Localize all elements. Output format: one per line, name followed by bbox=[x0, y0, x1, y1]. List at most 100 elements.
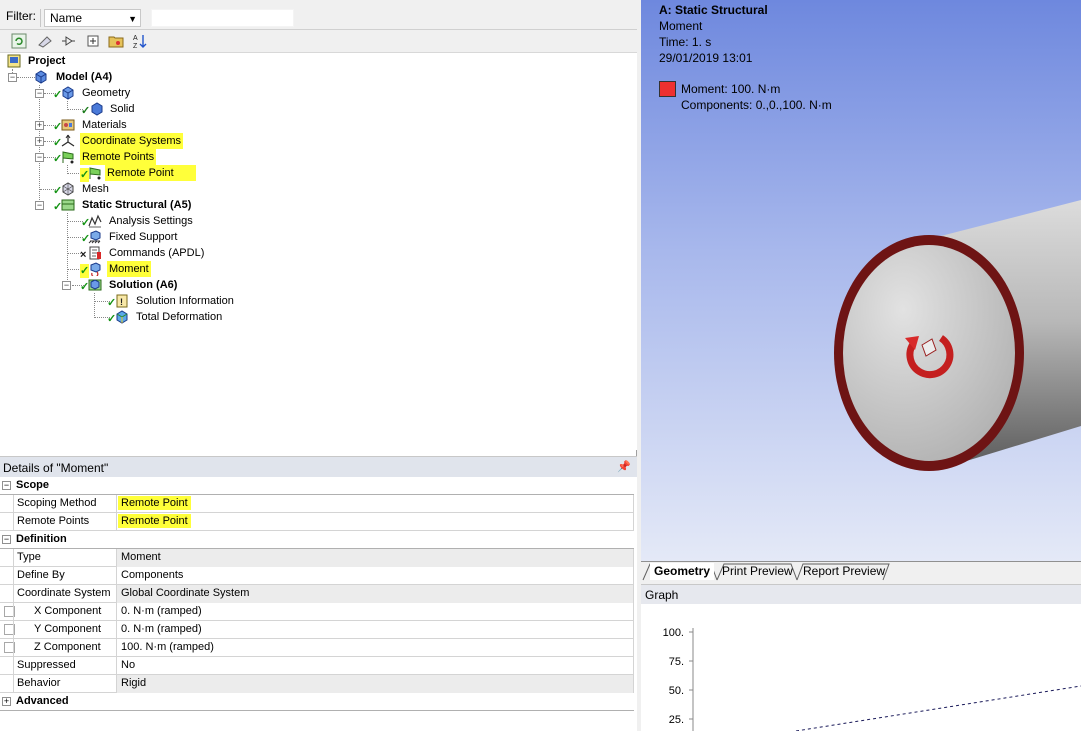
solution-icon bbox=[88, 279, 102, 291]
tree-item-label: Remote Point bbox=[105, 165, 196, 181]
details-row-x-component[interactable]: X Component 0. N·m (ramped) bbox=[0, 603, 634, 621]
tree-item-mesh[interactable]: ✓ Mesh bbox=[0, 181, 200, 197]
tree-item-materials[interactable]: + ✓ Materials bbox=[0, 117, 200, 133]
details-value[interactable]: Components bbox=[117, 567, 634, 585]
tree-item-label: Project bbox=[28, 55, 66, 67]
tab-print-preview[interactable]: Print Preview bbox=[718, 563, 797, 580]
graphics-viewport[interactable]: A: Static Structural Moment Time: 1. s 2… bbox=[641, 0, 1081, 561]
tree-item-project[interactable]: Project bbox=[0, 53, 200, 69]
details-key: Y Component bbox=[13, 621, 117, 639]
expand-toggle-icon[interactable]: + bbox=[35, 137, 44, 146]
tree-item-label: Commands (APDL) bbox=[109, 247, 205, 259]
tree-item-solid[interactable]: ✓ Solid bbox=[0, 101, 200, 117]
details-row-coordinate-system[interactable]: Coordinate System Global Coordinate Syst… bbox=[0, 585, 634, 603]
details-row-remote-points[interactable]: Remote Points Remote Point bbox=[0, 513, 634, 531]
details-value[interactable]: Rigid bbox=[117, 675, 634, 693]
tree-item-fixed-support[interactable]: ✓ Fixed Support bbox=[0, 229, 220, 245]
fixed-support-icon bbox=[88, 230, 101, 244]
view-tabs: Geometry Print Preview Report Preview bbox=[641, 561, 1081, 581]
refresh-icon[interactable] bbox=[10, 33, 28, 50]
tree-item-geometry[interactable]: − ✓ Geometry bbox=[0, 85, 200, 101]
details-value[interactable]: Remote Point bbox=[117, 513, 634, 531]
details-value[interactable]: 100. N·m (ramped) bbox=[117, 639, 634, 657]
viewport-info: A: Static Structural Moment Time: 1. s 2… bbox=[659, 2, 768, 66]
geometry-icon bbox=[62, 86, 74, 100]
details-row-type[interactable]: Type Moment bbox=[0, 549, 634, 567]
graph-plot: 100. 75. 50. 25. bbox=[663, 627, 1081, 731]
analysis-settings-icon bbox=[88, 214, 102, 228]
details-row-z-component[interactable]: Z Component 100. N·m (ramped) bbox=[0, 639, 634, 657]
tree-item-label: Remote Points bbox=[80, 149, 157, 165]
check-icon: ✓ bbox=[81, 105, 91, 117]
timestamp: 29/01/2019 13:01 bbox=[659, 51, 753, 65]
legend-label: Moment: 100. N·m bbox=[681, 82, 781, 96]
tree-filter-icon[interactable] bbox=[59, 33, 77, 50]
remote-points-icon bbox=[62, 151, 74, 164]
tree-item-static-structural[interactable]: − ✓ Static Structural (A5) bbox=[0, 197, 220, 213]
details-row-y-component[interactable]: Y Component 0. N·m (ramped) bbox=[0, 621, 634, 639]
pin-icon[interactable]: 📌 bbox=[617, 460, 631, 473]
tree-item-remote-points[interactable]: − ✓ Remote Points bbox=[0, 149, 200, 165]
tree-item-label: Fixed Support bbox=[109, 231, 178, 243]
clear-icon[interactable] bbox=[36, 33, 54, 50]
graphics-pane: A: Static Structural Moment Time: 1. s 2… bbox=[641, 0, 1081, 731]
details-value[interactable]: 0. N·m (ramped) bbox=[117, 621, 634, 639]
details-row-scoping-method[interactable]: Scoping Method Remote Point bbox=[0, 495, 634, 513]
tree-item-total-deformation[interactable]: ✓ Total Deformation bbox=[0, 309, 240, 325]
tab-report-preview[interactable]: Report Preview bbox=[799, 563, 889, 580]
details-row-suppressed[interactable]: Suppressed No bbox=[0, 657, 634, 675]
details-row-define-by[interactable]: Define By Components bbox=[0, 567, 634, 585]
tab-geometry[interactable]: Geometry bbox=[650, 563, 715, 580]
tree-item-analysis-settings[interactable]: ✓ Analysis Settings bbox=[0, 213, 220, 229]
tree-item-label: Geometry bbox=[82, 87, 131, 99]
y-tick-label: 75. bbox=[669, 656, 684, 668]
details-value[interactable]: Remote Point bbox=[117, 495, 634, 513]
details-row-behavior[interactable]: Behavior Rigid bbox=[0, 675, 634, 693]
details-value[interactable]: Global Coordinate System bbox=[117, 585, 634, 603]
category-label: Definition bbox=[16, 533, 67, 545]
collapse-toggle-icon[interactable]: − bbox=[35, 153, 44, 162]
remote-points-value: Remote Point bbox=[118, 514, 191, 528]
tree-item-label: Analysis Settings bbox=[109, 215, 193, 227]
tree-item-solution-information[interactable]: ✓ ! Solution Information bbox=[0, 293, 240, 309]
chevron-down-icon: ▼ bbox=[128, 14, 137, 24]
tree-item-commands[interactable]: × Commands (APDL) bbox=[0, 245, 220, 261]
details-category-advanced[interactable]: + Advanced bbox=[0, 693, 634, 711]
moment-icon bbox=[90, 262, 101, 276]
expand-all-icon[interactable] bbox=[84, 33, 102, 50]
collapse-toggle-icon[interactable]: − bbox=[2, 481, 11, 490]
collapse-toggle-icon[interactable]: − bbox=[35, 201, 44, 210]
collapse-toggle-icon[interactable]: − bbox=[62, 281, 71, 290]
expand-toggle-icon[interactable]: + bbox=[2, 697, 11, 706]
details-title: Details of "Moment" bbox=[3, 461, 109, 475]
y-tick-label: 25. bbox=[669, 714, 684, 726]
total-deformation-icon bbox=[116, 310, 128, 324]
collapse-toggle-icon[interactable]: − bbox=[2, 535, 11, 544]
tree-item-model[interactable]: − Model (A4) bbox=[0, 69, 200, 85]
tree-item-label: Static Structural (A5) bbox=[82, 199, 192, 211]
tree-item-coordinate-systems[interactable]: + ✓ Coordinate Systems bbox=[0, 133, 200, 149]
tree-item-remote-point[interactable]: ✓ Remote Point bbox=[0, 165, 200, 182]
filter-search-input[interactable] bbox=[151, 9, 294, 27]
details-panel: Details of "Moment" 📌 − Scope Scoping Me… bbox=[0, 456, 637, 731]
static-structural-icon bbox=[61, 199, 75, 211]
filter-bar: Filter: Name ▼ bbox=[0, 0, 637, 30]
collapse-toggle-icon[interactable]: − bbox=[8, 73, 17, 82]
graph-series-line bbox=[795, 685, 1081, 731]
graph-title: Graph bbox=[645, 588, 679, 602]
tree-item-solution[interactable]: − ✓ Solution (A6) bbox=[0, 277, 220, 293]
details-category-scope[interactable]: − Scope bbox=[0, 477, 634, 495]
folder-icon[interactable] bbox=[107, 33, 125, 50]
details-category-definition[interactable]: − Definition bbox=[0, 531, 634, 549]
collapse-toggle-icon[interactable]: − bbox=[35, 89, 44, 98]
details-value[interactable]: 0. N·m (ramped) bbox=[117, 603, 634, 621]
sort-az-icon[interactable]: AZ bbox=[131, 33, 149, 50]
svg-text:A: A bbox=[133, 35, 138, 42]
model-icon bbox=[35, 70, 47, 84]
filter-select[interactable]: Name ▼ bbox=[44, 9, 141, 27]
outline-pane: Filter: Name ▼ AZ Project − Model (A4) −… bbox=[0, 0, 637, 731]
details-key: Z Component bbox=[13, 639, 117, 657]
details-value[interactable]: No bbox=[117, 657, 634, 675]
tree-item-moment[interactable]: ✓ Moment bbox=[0, 261, 220, 278]
expand-toggle-icon[interactable]: + bbox=[35, 121, 44, 130]
